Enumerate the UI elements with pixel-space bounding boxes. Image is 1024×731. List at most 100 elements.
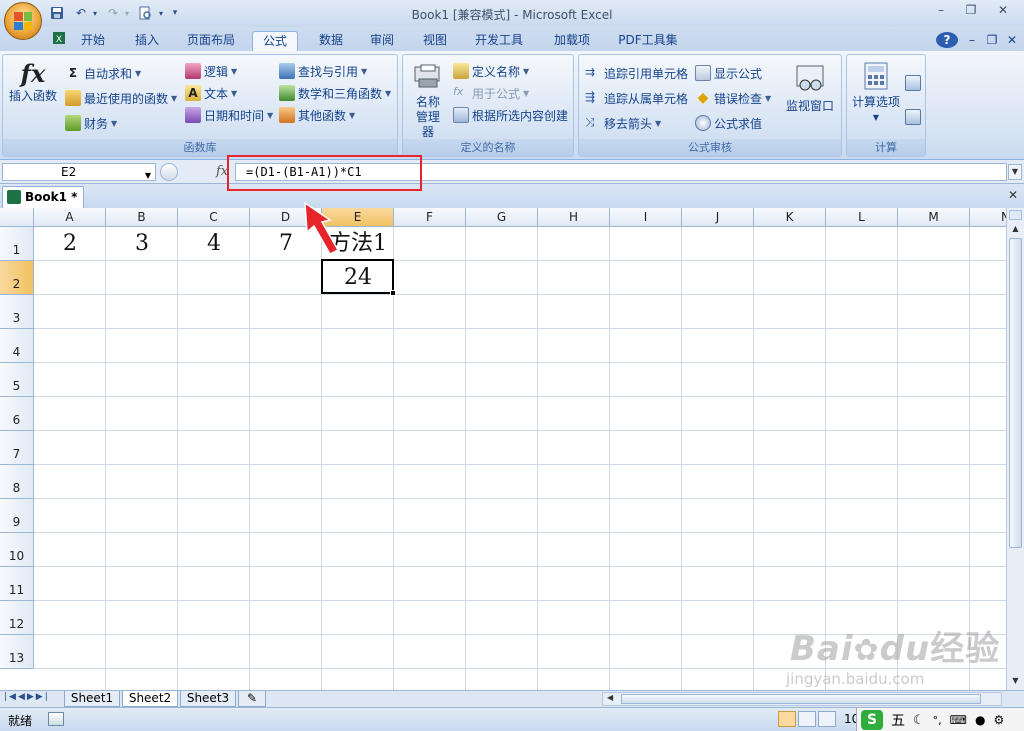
row-header-11[interactable]: 11 [0, 567, 34, 601]
tab-pdf-tools[interactable]: PDF工具集 [612, 31, 684, 51]
sheet-nav-arrows-icon[interactable]: |◀◀▶▶| [4, 692, 50, 702]
worksheet-grid[interactable]: ABCDEFGHIJKLMN 1 2 3 4 5 6 7 8 9 10 11 12 13 2 3 4 7… [0, 208, 1006, 690]
row-header-13[interactable]: 13 [0, 635, 34, 669]
row-header-5[interactable]: 5 [0, 363, 34, 397]
column-header-D[interactable]: D [250, 208, 322, 227]
error-checking-button[interactable]: ◆ 错误检查 ▼ [695, 88, 772, 108]
sheet-tab-sheet3[interactable]: Sheet3 [180, 691, 236, 707]
remove-arrows-button[interactable]: ⤨ 移去箭头 ▼ [585, 113, 661, 133]
moon-icon[interactable]: ☾ [913, 713, 925, 728]
scroll-up-icon[interactable]: ▲ [1009, 222, 1022, 236]
use-in-formula-button[interactable]: fx 用于公式 ▼ [453, 83, 529, 103]
punct-icon[interactable]: °, [933, 714, 942, 727]
tab-home[interactable]: 开始 [72, 31, 114, 51]
fill-handle[interactable] [390, 290, 396, 296]
tab-page-layout[interactable]: 页面布局 [180, 31, 242, 51]
row-header-1[interactable]: 1 [0, 227, 34, 261]
calculate-sheet-button[interactable] [905, 107, 924, 127]
skin-icon[interactable]: ⚙ [993, 713, 1004, 727]
show-formulas-button[interactable]: 显示公式 [695, 63, 762, 83]
autosum-button[interactable]: Σ 自动求和 ▼ [65, 63, 141, 83]
cell-A1[interactable]: 2 [34, 227, 106, 261]
other-functions-button[interactable]: 其他函数 ▼ [279, 105, 355, 125]
column-header-K[interactable]: K [754, 208, 826, 227]
macro-record-icon[interactable] [48, 712, 64, 726]
tab-review[interactable]: 审阅 [364, 31, 400, 51]
tab-developer[interactable]: 开发工具 [468, 31, 530, 51]
trace-dependents-button[interactable]: ⇶ 追踪从属单元格 [585, 88, 688, 108]
datetime-button[interactable]: 日期和时间 ▼ [185, 105, 273, 125]
column-header-C[interactable]: C [178, 208, 250, 227]
cell-D1[interactable]: 7 [250, 227, 322, 261]
excel-doc-icon[interactable]: X [48, 31, 66, 51]
column-header-G[interactable]: G [466, 208, 538, 227]
keyboard-icon[interactable]: ⌨ [950, 713, 967, 727]
sheet-tab-sheet2[interactable]: Sheet2 [122, 691, 178, 707]
column-header-J[interactable]: J [682, 208, 754, 227]
minimize-button[interactable]: – [928, 3, 954, 19]
workbook-close-icon[interactable]: ✕ [1008, 188, 1018, 202]
row-header-12[interactable]: 12 [0, 601, 34, 635]
scroll-thumb[interactable] [1009, 238, 1022, 548]
horizontal-scrollbar[interactable]: ◀ [602, 692, 1002, 706]
row-header-2[interactable]: 2 [0, 261, 34, 295]
column-header-M[interactable]: M [898, 208, 970, 227]
create-from-selection-button[interactable]: 根据所选内容创建 [453, 105, 568, 125]
doc-close-button[interactable]: ✕ [1002, 31, 1022, 51]
column-header-F[interactable]: F [394, 208, 466, 227]
page-break-view-icon[interactable] [818, 711, 836, 727]
ime-mode-label[interactable]: 五 [891, 710, 905, 730]
text-button[interactable]: A 文本 ▼ [185, 83, 237, 103]
logical-button[interactable]: 逻辑 ▼ [185, 61, 237, 81]
workbook-tab[interactable]: Book1 * [2, 186, 84, 208]
doc-restore-button[interactable]: ❐ [982, 31, 1002, 51]
restore-button[interactable]: ❐ [958, 3, 984, 19]
page-layout-view-icon[interactable] [798, 711, 816, 727]
insert-function-button[interactable]: fx 插入函数 [7, 59, 59, 119]
sogou-ime-icon[interactable]: S [861, 710, 883, 730]
column-header-A[interactable]: A [34, 208, 106, 227]
close-button[interactable]: ✕ [990, 3, 1016, 19]
column-header-E[interactable]: E [322, 208, 394, 227]
row-header-9[interactable]: 9 [0, 499, 34, 533]
tab-data[interactable]: 数据 [310, 31, 352, 51]
watch-window-button[interactable]: 监视窗口 [783, 63, 837, 123]
row-header-3[interactable]: 3 [0, 295, 34, 329]
vertical-scrollbar[interactable]: ▲ ▼ [1006, 208, 1024, 690]
expand-formula-bar-icon[interactable]: ▼ [1008, 164, 1022, 180]
scroll-left-icon[interactable]: ◀ [607, 693, 613, 702]
calculate-now-button[interactable] [905, 73, 924, 93]
user-icon[interactable]: ● [975, 713, 985, 727]
tab-formulas[interactable]: 公式 [252, 31, 298, 51]
name-box[interactable]: E2 ▼ [2, 163, 156, 181]
recent-functions-button[interactable]: 最近使用的函数 ▼ [65, 88, 177, 108]
doc-minimize-button[interactable]: – [962, 31, 982, 51]
cell-E1[interactable]: 方法1 [322, 227, 394, 261]
office-button[interactable] [4, 2, 42, 40]
column-header-L[interactable]: L [826, 208, 898, 227]
calculation-options-button[interactable]: 计算选项 ▼ [849, 61, 903, 131]
insert-sheet-icon[interactable]: ✎ [238, 691, 266, 707]
name-manager-button[interactable]: 名称管理器 [407, 63, 449, 139]
column-header-I[interactable]: I [610, 208, 682, 227]
math-button[interactable]: 数学和三角函数 ▼ [279, 83, 391, 103]
tab-addins[interactable]: 加载项 [546, 31, 598, 51]
h-scroll-thumb[interactable] [621, 694, 981, 704]
cell-C1[interactable]: 4 [178, 227, 250, 261]
row-header-8[interactable]: 8 [0, 465, 34, 499]
split-handle[interactable] [1009, 210, 1022, 220]
column-header-N[interactable]: N [970, 208, 1006, 227]
financial-button[interactable]: 财务 ▼ [65, 113, 117, 133]
lookup-button[interactable]: 查找与引用 ▼ [279, 61, 367, 81]
column-header-H[interactable]: H [538, 208, 610, 227]
define-name-button[interactable]: 定义名称 ▼ [453, 61, 529, 81]
row-header-6[interactable]: 6 [0, 397, 34, 431]
formula-bar-handle-icon[interactable] [160, 163, 178, 181]
scroll-down-icon[interactable]: ▼ [1009, 674, 1022, 688]
row-header-7[interactable]: 7 [0, 431, 34, 465]
tab-insert[interactable]: 插入 [126, 31, 168, 51]
sheet-tab-sheet1[interactable]: Sheet1 [64, 691, 120, 707]
normal-view-icon[interactable] [778, 711, 796, 727]
select-all-corner[interactable] [0, 208, 34, 227]
help-icon[interactable]: ? [936, 32, 958, 48]
